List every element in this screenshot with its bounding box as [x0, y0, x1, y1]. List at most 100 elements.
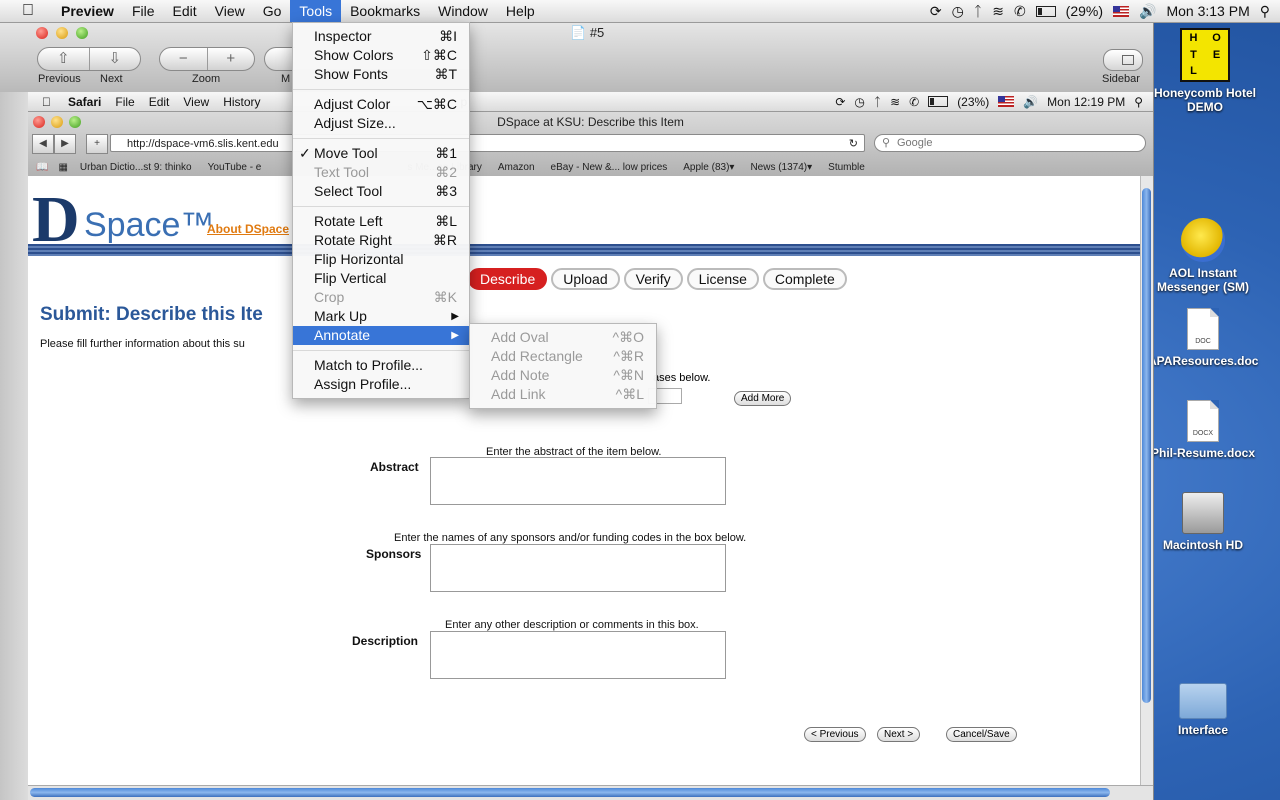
preview-toolbar: 📄 #5 ⇧ ⇩ Previous Next − + Zoom M Sideba… — [0, 22, 1153, 93]
page-title: Submit: Describe this Ite — [40, 304, 263, 325]
menu-app-preview[interactable]: Preview — [52, 0, 123, 22]
menu-item-select-tool[interactable]: Select Tool ⌘3 — [293, 182, 469, 201]
menu-help[interactable]: Help — [497, 0, 544, 22]
flag-icon[interactable] — [1113, 5, 1130, 17]
zoom-out-button[interactable]: − — [160, 48, 207, 70]
time-machine-icon[interactable]: ◷ — [952, 3, 964, 20]
desktop-icon-apa-resources[interactable]: DOC APAResources.doc — [1148, 308, 1258, 368]
menu-item-flip-vertical[interactable]: Flip Vertical — [293, 269, 469, 288]
desktop-icon-macintosh-hd[interactable]: Macintosh HD — [1148, 492, 1258, 552]
grid-icon: ▦ — [58, 161, 68, 173]
hotel-icon-letter: T — [1190, 48, 1197, 61]
menu-item-shortcut: ⌘3 — [435, 183, 457, 199]
menu-item-text-tool: Text Tool ⌘2 — [293, 163, 469, 182]
zoom-in-button[interactable]: + — [206, 48, 255, 70]
wifi-icon[interactable]: ≋ — [992, 3, 1004, 20]
menu-item-annotate[interactable]: Annotate ▶ — [293, 326, 469, 345]
menu-item-label: Select Tool — [314, 183, 383, 199]
close-button[interactable] — [36, 27, 48, 39]
desktop-icon-phil-resume[interactable]: DOCX Phil-Resume.docx — [1148, 400, 1258, 460]
inner-time-machine-icon: ◷ — [854, 94, 865, 109]
battery-percent[interactable]: (29%) — [1066, 3, 1103, 19]
document-image[interactable]:  Safari File Edit View History p ⟳ ◷ ᛏ … — [28, 92, 1153, 800]
menu-item-mark-up[interactable]: Mark Up ▶ — [293, 307, 469, 326]
battery-icon[interactable] — [1035, 5, 1056, 17]
menu-item-show-colors[interactable]: Show Colors ⇧⌘C — [293, 46, 469, 65]
mode-control[interactable] — [264, 47, 295, 71]
menu-item-label: Show Colors — [314, 47, 394, 63]
menu-tools[interactable]: Tools — [290, 0, 342, 22]
menu-window[interactable]: Window — [429, 0, 497, 22]
apple-menu-icon[interactable]:  — [18, 2, 38, 20]
menu-item-add-note: Add Note ^⌘N — [470, 366, 656, 385]
instruction-fragment: ases below. — [653, 372, 711, 384]
sponsors-textarea — [430, 544, 726, 592]
menu-item-label: Add Link — [491, 386, 546, 402]
desktop-icon-label: AOL Instant Messenger (SM) — [1156, 266, 1250, 294]
menu-item-label: Flip Horizontal — [314, 251, 404, 267]
inner-apple-icon:  — [42, 95, 51, 109]
menu-item-rotate-right[interactable]: Rotate Right ⌘R — [293, 231, 469, 250]
menu-item-adjust-color[interactable]: Adjust Color ⌥⌘C — [293, 95, 469, 114]
menu-bookmarks[interactable]: Bookmarks — [341, 0, 429, 22]
previous-label: Previous — [38, 73, 81, 85]
next-step-button: Next > — [877, 727, 921, 742]
menu-item-label: Text Tool — [314, 164, 369, 180]
zoom-window-button[interactable] — [76, 27, 88, 39]
volume-icon[interactable]: 🔊 — [1139, 3, 1156, 20]
menu-item-label: Adjust Color — [314, 96, 391, 112]
previous-button[interactable]: ⇧ — [38, 48, 89, 70]
hotel-icon-letter: E — [1212, 48, 1221, 61]
menu-item-match-to-profile[interactable]: Match to Profile... — [293, 356, 469, 375]
menu-extras: ⟳ ◷ ᛏ ≋ ✆ (29%) 🔊 Mon 3:13 PM ⚲ — [930, 0, 1270, 22]
doc-badge: DOCX — [1192, 430, 1214, 437]
menu-item-shortcut: ⌘R — [432, 232, 457, 248]
hotel-icon-letter: O — [1212, 32, 1221, 44]
menu-view[interactable]: View — [206, 0, 254, 22]
desktop-icon-interface[interactable]: Interface — [1148, 683, 1258, 737]
menu-edit[interactable]: Edit — [164, 0, 206, 22]
desktop-icon-honeycomb-hotel[interactable]: H O T E L Honeycomb Hotel DEMO — [1150, 28, 1260, 114]
sponsors-label: Sponsors — [366, 547, 422, 561]
inner-menu-view: View — [174, 94, 209, 109]
phone-icon[interactable]: ✆ — [1014, 3, 1026, 20]
sync-icon[interactable]: ⟳ — [930, 3, 942, 20]
menu-item-assign-profile[interactable]: Assign Profile... — [293, 375, 469, 394]
address-bar: http://dspace-vm6.slis.kent.edu ↻ — [110, 134, 865, 152]
menu-item-label: Rotate Right — [314, 232, 392, 248]
bookmark-item: eBay - New &... low prices — [550, 161, 668, 173]
inner-wifi-icon: ≋ — [890, 94, 901, 109]
intro-text: Please fill further information about th… — [40, 338, 245, 350]
menu-item-show-fonts[interactable]: Show Fonts ⌘T — [293, 65, 469, 84]
clock[interactable]: Mon 3:13 PM — [1166, 3, 1249, 19]
step-describe: Describe — [468, 268, 548, 290]
page-horizontal-scrollbar — [28, 785, 1153, 800]
next-button[interactable]: ⇩ — [88, 48, 141, 70]
inner-menu-safari: Safari — [59, 94, 101, 109]
bluetooth-icon[interactable]: ᛏ — [974, 3, 982, 19]
menu-file[interactable]: File — [123, 0, 164, 22]
menu-item-shortcut: ⌥⌘C — [416, 96, 457, 112]
menu-item-adjust-size[interactable]: Adjust Size... — [293, 114, 469, 133]
sidebar-button[interactable] — [1103, 49, 1143, 71]
logo-space: Space™ — [84, 206, 215, 244]
menu-item-label: Inspector — [314, 28, 372, 44]
spotlight-icon[interactable]: ⚲ — [1260, 3, 1270, 20]
menu-go[interactable]: Go — [254, 0, 291, 22]
header-band — [28, 244, 1141, 256]
menu-item-move-tool[interactable]: ✓ Move Tool ⌘1 — [293, 144, 469, 163]
menu-item-shortcut: ⌘2 — [435, 164, 457, 180]
menu-separator — [293, 89, 469, 90]
bookmark-item: Urban Dictio...st 9: thinko — [79, 161, 192, 173]
menu-item-shortcut: ⌘T — [434, 66, 457, 82]
menubar:  Preview File Edit View Go Tools Bookma… — [0, 0, 1280, 23]
about-dspace-link: About DSpace — [207, 222, 290, 236]
menu-separator — [293, 206, 469, 207]
reload-icon: ↻ — [848, 138, 858, 150]
window-title-text: #5 — [589, 25, 605, 40]
menu-item-inspector[interactable]: Inspector ⌘I — [293, 27, 469, 46]
menu-item-flip-horizontal[interactable]: Flip Horizontal — [293, 250, 469, 269]
desktop-icon-aim[interactable]: AOL Instant Messenger (SM) — [1148, 218, 1258, 294]
menu-item-rotate-left[interactable]: Rotate Left ⌘L — [293, 212, 469, 231]
minimize-button[interactable] — [56, 27, 68, 39]
